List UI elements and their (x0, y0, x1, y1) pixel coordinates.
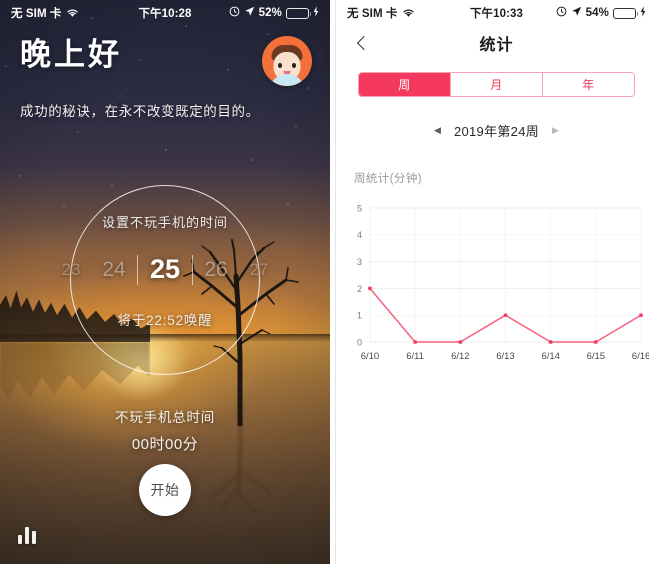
alarm-clock-icon (229, 6, 240, 20)
x-axis-tick-label: 6/10 (361, 351, 379, 362)
right-status-bar: 无 SIM 卡 下午10:33 54% (336, 0, 657, 26)
greeting-row: 晚上好 (0, 26, 330, 86)
right-phone-screen: 无 SIM 卡 下午10:33 54% 统计 周 月 年 ◀ 2019年第24周… (335, 0, 657, 564)
triangle-right-icon[interactable]: ▶ (552, 125, 559, 136)
data-point-marker (368, 286, 372, 291)
battery-percent-label: 52% (258, 7, 282, 19)
data-point-marker (458, 340, 462, 344)
left-phone-screen: 无 SIM 卡 下午10:28 52% 晚上好 成功的秘诀，在永不改变既定的目的… (0, 0, 330, 564)
total-time-value: 00时00分 (131, 436, 199, 453)
data-point-marker (548, 340, 553, 344)
picker-option-3[interactable]: 26 (193, 258, 239, 282)
left-status-bar: 无 SIM 卡 下午10:28 52% (0, 0, 330, 26)
status-right-group: 52% (229, 6, 319, 20)
avatar-eye-right (292, 63, 296, 68)
y-axis-tick-label: 4 (357, 230, 362, 240)
greeting-subtitle: 成功的秘诀，在永不改变既定的目的。 (20, 104, 260, 119)
picker-option-4[interactable]: 27 (239, 260, 279, 280)
chart-svg: 0 1 2 3 4 5 6/10 6/11 6/12 6/13 6/14 6/15 6/16 (357, 203, 649, 362)
weekly-line-chart[interactable]: 0 1 2 3 4 5 6/10 6/11 6/12 6/13 6/14 6/15 6/16 (344, 200, 649, 368)
y-axis-tick-label: 0 (357, 337, 362, 347)
period-segmented-control[interactable]: 周 月 年 (358, 72, 635, 97)
chevron-left-icon[interactable] (354, 35, 370, 51)
x-axis-tick-label: 6/15 (587, 351, 605, 362)
segment-week[interactable]: 周 (359, 73, 451, 96)
avatar-eye-left (278, 63, 282, 68)
lightning-bolt-icon-right (640, 6, 646, 20)
week-label: 2019年第24周 (453, 124, 540, 139)
location-arrow-icon-right (571, 6, 582, 20)
status-left-group: 无 SIM 卡 (11, 5, 79, 21)
location-arrow-icon (244, 6, 255, 20)
segment-month[interactable]: 月 (451, 73, 543, 96)
picker-option-selected[interactable]: 25 (138, 254, 192, 285)
y-axis-tick-label: 1 (357, 311, 362, 321)
avatar[interactable] (262, 36, 312, 86)
x-axis-tick-label: 6/12 (451, 351, 469, 362)
avatar-body (270, 74, 304, 86)
total-time-block: 不玩手机总时间 00时00分 (0, 406, 330, 454)
screenshot-canvas: 无 SIM 卡 下午10:28 52% 晚上好 成功的秘诀，在永不改变既定的目的… (0, 0, 657, 564)
x-axis-tick-label: 6/13 (496, 351, 514, 362)
greeting-title: 晚上好 (20, 37, 122, 72)
wifi-icon-right (402, 8, 415, 18)
carrier-label: 无 SIM 卡 (11, 8, 62, 20)
alarm-clock-icon-right (556, 6, 567, 20)
start-button[interactable]: 开始 (139, 464, 191, 516)
dial-hint-label: 设置不玩手机的时间 (101, 215, 228, 230)
battery-icon (286, 7, 312, 19)
x-axis-tick-label: 6/16 (632, 351, 649, 362)
chart-title: 周统计(分钟) (354, 173, 422, 185)
nav-bar: 统计 (336, 26, 657, 60)
picker-option-1[interactable]: 24 (91, 258, 137, 282)
data-point-marker (503, 313, 508, 317)
week-navigator: ◀ 2019年第24周 ▶ (336, 121, 657, 140)
triangle-left-icon[interactable]: ◀ (434, 125, 441, 136)
data-point-marker (639, 313, 643, 317)
x-axis-tick-label: 6/11 (406, 351, 424, 362)
segment-year[interactable]: 年 (543, 73, 634, 96)
battery-percent-label-right: 54% (585, 7, 609, 19)
wake-time-label: 将于22:52唤醒 (117, 313, 213, 328)
page-title: 统计 (479, 37, 514, 54)
y-axis-tick-label: 5 (357, 203, 362, 213)
y-axis-tick-label: 3 (357, 257, 362, 267)
bar-chart-icon[interactable] (18, 526, 42, 544)
status-right-group-right: 54% (556, 6, 646, 20)
timer-dial[interactable]: 设置不玩手机的时间 23 24 25 26 27 将于22:52唤醒 (62, 185, 268, 375)
data-point-marker (594, 340, 598, 344)
status-left-group-right: 无 SIM 卡 (347, 5, 415, 21)
carrier-label-right: 无 SIM 卡 (347, 8, 398, 20)
total-time-label: 不玩手机总时间 (114, 410, 216, 425)
lightning-bolt-icon (313, 6, 319, 20)
battery-icon-right (613, 7, 639, 19)
wifi-icon (66, 8, 79, 18)
y-axis-tick-label: 2 (357, 284, 362, 294)
data-point-marker (413, 340, 417, 344)
hour-picker[interactable]: 23 24 25 26 27 (20, 254, 310, 285)
picker-option-0[interactable]: 23 (51, 260, 91, 280)
x-axis-tick-label: 6/14 (541, 351, 559, 362)
